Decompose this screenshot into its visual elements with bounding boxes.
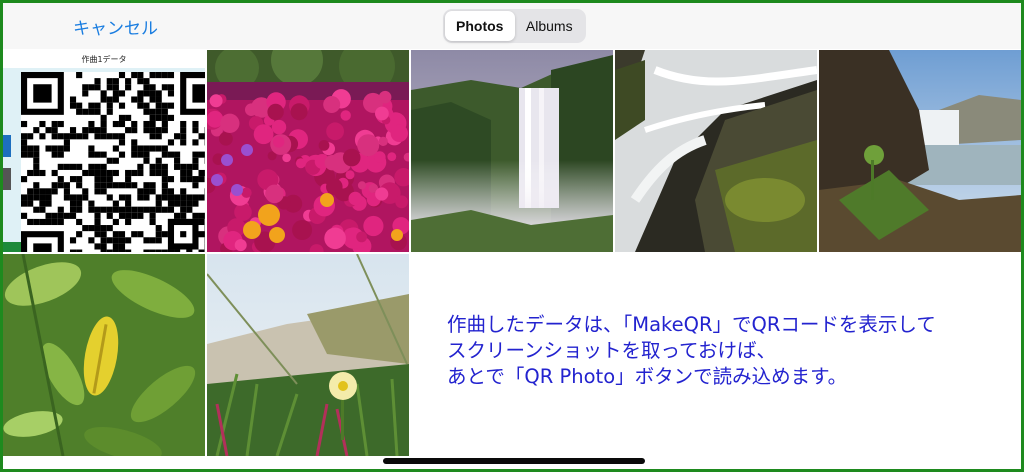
photo-thumbnail-green-leaves[interactable] [3,254,205,456]
home-indicator [383,458,645,464]
dune-flower-image [207,254,409,456]
waterfall-cliff-image [411,50,613,252]
segment-photos[interactable]: Photos [445,11,515,41]
instruction-line: 作曲したデータは、「MakeQR」でQRコードを表示して [447,313,936,336]
photo-thumbnail-dune-flower[interactable] [207,254,409,456]
cancel-button[interactable]: キャンセル [73,14,158,39]
photo-thumbnail-qr-screenshot[interactable]: 作曲1データ [3,50,205,252]
photo-thumbnail-pink-flowers[interactable] [207,50,409,252]
segment-albums[interactable]: Albums [515,11,585,41]
instruction-line: スクリーンショットを取っておけば、 [447,339,776,362]
navigation-bar: キャンセル Photos Albums [3,3,1021,49]
photo-thumbnail-waterfall-cliff[interactable] [411,50,613,252]
pink-flowers-image [207,50,409,252]
photos-albums-segmented-control: Photos Albums [443,9,586,43]
photo-thumbnail-waterfall-rocks[interactable] [615,50,817,252]
waterfall-rocks-image [615,50,817,252]
qr-code-image [21,72,205,252]
instruction-line: あとで「QR Photo」ボタンで読み込めます。 [447,365,848,388]
app-frame: キャンセル Photos Albums 作曲1データ 作曲したデータは、「Mak… [0,0,1024,472]
qr-screenshot-title: 作曲1データ [81,55,127,64]
import-instruction-text: 作曲したデータは、「MakeQR」でQRコードを表示して スクリーンショットを取… [447,312,1017,390]
waterfall-coast-image [819,50,1021,252]
photo-thumbnail-waterfall-coast[interactable] [819,50,1021,252]
green-leaves-image [3,254,205,456]
